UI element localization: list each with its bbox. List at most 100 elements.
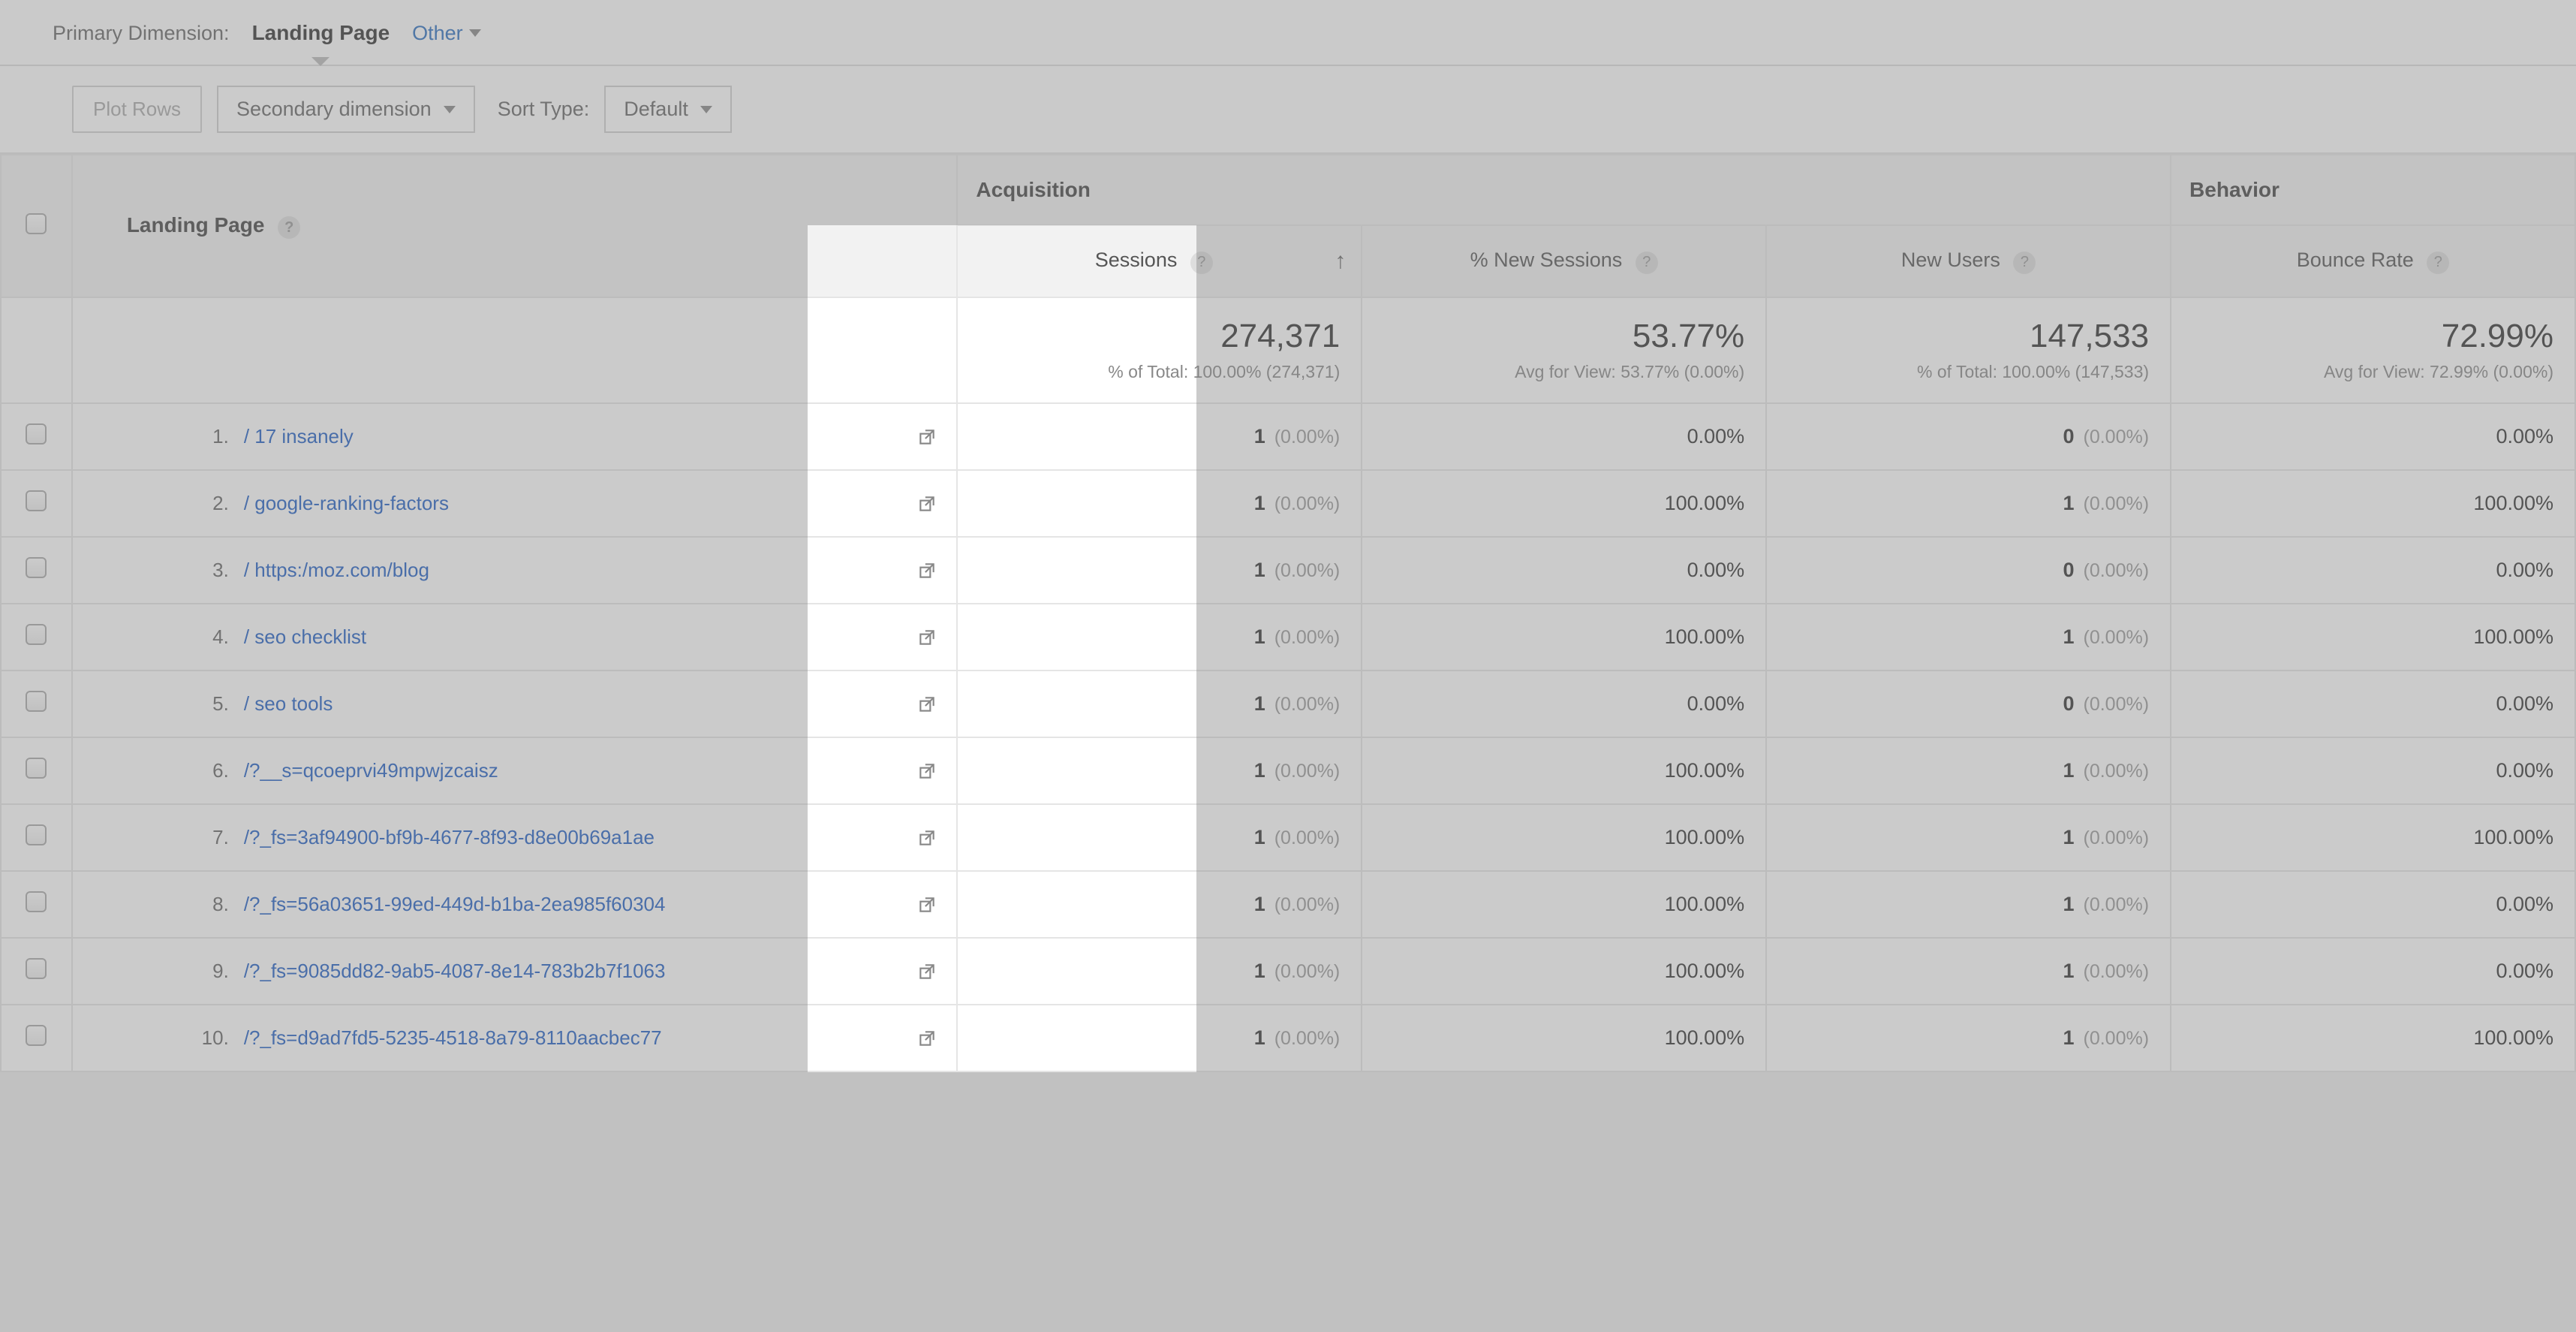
checkbox-icon[interactable]: [26, 557, 47, 578]
checkbox-icon[interactable]: [26, 891, 47, 912]
pct-new-sessions-cell: 100.00%: [1362, 1005, 1766, 1071]
landing-page-link[interactable]: /?_fs=56a03651-99ed-449d-b1ba-2ea985f603…: [244, 893, 666, 915]
pct-new-sessions-cell: 100.00%: [1362, 470, 1766, 537]
external-link-icon[interactable]: [917, 895, 937, 915]
chevron-down-icon: [700, 106, 712, 113]
row-checkbox-cell[interactable]: [1, 1005, 72, 1071]
landing-page-link[interactable]: /?_fs=9085dd82-9ab5-4087-8e14-783b2b7f10…: [244, 960, 666, 982]
landing-page-link[interactable]: / seo tools: [244, 692, 333, 715]
checkbox-icon[interactable]: [26, 490, 47, 511]
row-checkbox-cell[interactable]: [1, 938, 72, 1005]
secondary-dimension-label: Secondary dimension: [236, 98, 432, 121]
acquisition-header: Acquisition: [957, 155, 2171, 225]
checkbox-icon[interactable]: [26, 824, 47, 845]
help-icon[interactable]: ?: [1636, 252, 1658, 274]
row-checkbox-cell[interactable]: [1, 403, 72, 470]
sort-type-value: Default: [624, 98, 688, 121]
pct-new-sessions-header[interactable]: % New Sessions ?: [1362, 225, 1766, 297]
sessions-cell: 1(0.00%): [957, 403, 1362, 470]
external-link-icon[interactable]: [917, 761, 937, 781]
pct-new-sessions-cell: 100.00%: [1362, 604, 1766, 671]
sessions-cell: 1(0.00%): [957, 1005, 1362, 1071]
landing-page-cell: 1./ 17 insanely: [72, 403, 958, 470]
row-checkbox-cell[interactable]: [1, 871, 72, 938]
dimension-tab-landing-page[interactable]: Landing Page: [252, 15, 390, 51]
sessions-cell: 1(0.00%): [957, 871, 1362, 938]
external-link-icon[interactable]: [917, 561, 937, 580]
behavior-header: Behavior: [2171, 155, 2575, 225]
row-checkbox-cell[interactable]: [1, 604, 72, 671]
landing-page-cell: 6./?__s=qcoeprvi49mpwjzcaisz: [72, 737, 958, 804]
new-users-cell: 1(0.00%): [1766, 737, 2171, 804]
table-row: 6./?__s=qcoeprvi49mpwjzcaisz1(0.00%)100.…: [1, 737, 2575, 804]
help-icon[interactable]: ?: [1190, 252, 1213, 274]
help-icon[interactable]: ?: [278, 216, 300, 239]
new-users-cell: 1(0.00%): [1766, 604, 2171, 671]
row-number: 4.: [184, 625, 229, 649]
landing-page-header[interactable]: Landing Page ?: [72, 155, 958, 297]
landing-page-link[interactable]: /?_fs=d9ad7fd5-5235-4518-8a79-8110aacbec…: [244, 1026, 662, 1049]
row-number: 7.: [184, 826, 229, 849]
landing-page-cell: 2. / google-ranking-factors: [72, 470, 958, 537]
landing-page-link[interactable]: /?__s=qcoeprvi49mpwjzcaisz: [244, 759, 498, 782]
bounce-rate-header[interactable]: Bounce Rate ?: [2171, 225, 2575, 297]
landing-page-link[interactable]: /?_fs=3af94900-bf9b-4677-8f93-d8e00b69a1…: [244, 826, 655, 848]
sessions-cell: 1(0.00%): [957, 804, 1362, 871]
help-icon[interactable]: ?: [2427, 252, 2449, 274]
sessions-cell: 1(0.00%): [957, 604, 1362, 671]
bounce-rate-cell: 0.00%: [2171, 737, 2575, 804]
primary-dimension-label: Primary Dimension:: [53, 22, 230, 45]
external-link-icon[interactable]: [917, 695, 937, 714]
landing-page-link[interactable]: / 17 insanely: [244, 425, 354, 448]
checkbox-icon[interactable]: [26, 958, 47, 979]
checkbox-icon[interactable]: [26, 423, 47, 445]
external-link-icon[interactable]: [917, 628, 937, 647]
external-link-icon[interactable]: [917, 962, 937, 981]
row-number: 2.: [184, 492, 229, 515]
landing-page-cell: 7. /?_fs=3af94900-bf9b-4677-8f93-d8e00b69…: [72, 804, 958, 871]
checkbox-icon[interactable]: [26, 758, 47, 779]
dimension-other-dropdown[interactable]: Other: [412, 22, 481, 45]
pct-new-sessions-cell: 0.00%: [1362, 671, 1766, 737]
external-link-icon[interactable]: [917, 828, 937, 848]
table-row: 3./ https:/moz.com/blog1(0.00%)0.00%0(0.…: [1, 537, 2575, 604]
sessions-cell: 1(0.00%): [957, 671, 1362, 737]
external-link-icon[interactable]: [917, 1029, 937, 1048]
row-checkbox-cell[interactable]: [1, 804, 72, 871]
sessions-summary: 274,371 % of Total: 100.00% (274,371): [957, 297, 1362, 403]
landing-page-link[interactable]: / google-ranking-factors: [244, 492, 449, 514]
external-link-icon[interactable]: [917, 494, 937, 514]
checkbox-icon[interactable]: [26, 624, 47, 645]
table-row: 5./ seo tools1(0.00%)0.00%0(0.00%)0.00%: [1, 671, 2575, 737]
checkbox-icon[interactable]: [26, 213, 47, 234]
plot-rows-button[interactable]: Plot Rows: [72, 86, 202, 133]
row-checkbox-cell[interactable]: [1, 470, 72, 537]
new-users-cell: 0(0.00%): [1766, 671, 2171, 737]
summary-row: 274,371 % of Total: 100.00% (274,371) 53…: [1, 297, 2575, 403]
row-checkbox-cell[interactable]: [1, 737, 72, 804]
help-icon[interactable]: ?: [2013, 252, 2036, 274]
row-checkbox-cell[interactable]: [1, 537, 72, 604]
bounce-rate-cell: 0.00%: [2171, 537, 2575, 604]
sort-type-dropdown[interactable]: Default: [604, 86, 732, 133]
external-link-icon[interactable]: [917, 427, 937, 447]
row-checkbox-cell[interactable]: [1, 671, 72, 737]
landing-page-link[interactable]: / seo checklist: [244, 625, 366, 648]
chevron-down-icon: [444, 106, 456, 113]
secondary-dimension-dropdown[interactable]: Secondary dimension: [217, 86, 475, 133]
new-users-header[interactable]: New Users ?: [1766, 225, 2171, 297]
table-row: 1./ 17 insanely1(0.00%)0.00%0(0.00%)0.00…: [1, 403, 2575, 470]
bounce-rate-cell: 0.00%: [2171, 403, 2575, 470]
checkbox-icon[interactable]: [26, 691, 47, 712]
select-all-header[interactable]: [1, 155, 72, 297]
sort-type-label: Sort Type:: [498, 98, 590, 121]
sessions-header[interactable]: Sessions ? ↑: [957, 225, 1362, 297]
landing-page-link[interactable]: / https:/moz.com/blog: [244, 559, 429, 581]
sessions-cell: 1(0.00%): [957, 537, 1362, 604]
bounce-rate-cell: 100.00%: [2171, 804, 2575, 871]
pct-new-sessions-cell: 100.00%: [1362, 871, 1766, 938]
pct-new-sessions-cell: 0.00%: [1362, 403, 1766, 470]
checkbox-icon[interactable]: [26, 1025, 47, 1046]
landing-page-cell: 8./?_fs=56a03651-99ed-449d-b1ba-2ea985f6…: [72, 871, 958, 938]
table-row: 7. /?_fs=3af94900-bf9b-4677-8f93-d8e00b69…: [1, 804, 2575, 871]
